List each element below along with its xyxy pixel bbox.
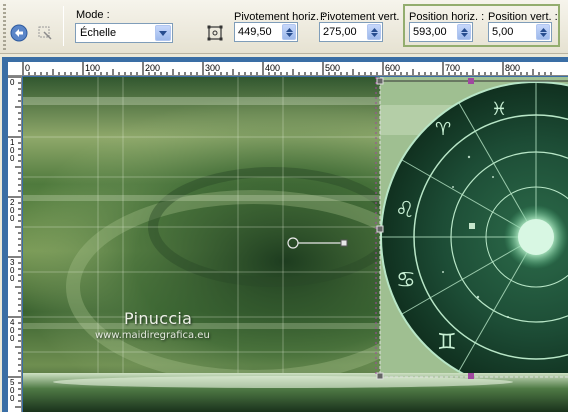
ruler-label: 100 bbox=[85, 63, 100, 73]
toolbar-grip[interactable] bbox=[3, 4, 6, 50]
ruler-label: 800 bbox=[505, 63, 520, 73]
handle-bottom-middle[interactable] bbox=[468, 373, 474, 379]
zodiac-glyph: ♋ bbox=[396, 268, 416, 293]
chevron-down-icon[interactable] bbox=[155, 25, 171, 41]
spin-arrows-icon[interactable] bbox=[282, 24, 296, 40]
ruler-label: 0 bbox=[25, 63, 30, 73]
position-h-value: 593,00 bbox=[413, 26, 447, 38]
artwork: ♌ ♋ ♊ ♈ ♓ bbox=[23, 77, 568, 412]
ruler-label: 500 bbox=[10, 378, 15, 403]
ruler-label: 300 bbox=[205, 63, 220, 73]
position-v-value: 5,00 bbox=[492, 26, 514, 38]
pivot-icon bbox=[207, 25, 223, 41]
ruler-label: 300 bbox=[10, 258, 15, 283]
zodiac-glyph: ♈ bbox=[435, 119, 451, 140]
position-v-input[interactable]: 5,00 bbox=[488, 22, 552, 42]
handle-middle-left[interactable] bbox=[376, 225, 384, 233]
reset-button[interactable] bbox=[34, 22, 56, 44]
zodiac-glyph: ♌ bbox=[395, 198, 415, 223]
toolbar: Mode : Échelle Pivotement horiz. : 449,5… bbox=[0, 0, 568, 54]
mode-select[interactable]: Échelle bbox=[75, 23, 173, 43]
pick-tool-icon bbox=[38, 26, 52, 40]
ruler-vertical-ticks: 0 1 0 0 2 0 0 3 0 0 4 0 0 5 0 0 bbox=[8, 76, 21, 408]
position-h-input[interactable]: 593,00 bbox=[409, 22, 473, 42]
apply-icon bbox=[10, 24, 28, 42]
pivot-h-value: 449,50 bbox=[238, 26, 272, 38]
spin-arrows-icon[interactable] bbox=[457, 24, 471, 40]
watermark-name: Pinuccia bbox=[124, 309, 193, 328]
ruler-horizontal-ticks: 0 100 200 300 400 500 600 700 800 bbox=[22, 62, 552, 75]
pivot-h-input[interactable]: 449,50 bbox=[234, 22, 298, 42]
mode-value: Échelle bbox=[80, 27, 117, 39]
image-canvas[interactable]: ♌ ♋ ♊ ♈ ♓ bbox=[23, 77, 568, 412]
mode-label: Mode : bbox=[76, 9, 110, 21]
apply-button[interactable] bbox=[8, 22, 30, 44]
pivot-v-input[interactable]: 275,00 bbox=[319, 22, 383, 42]
handle-top-left[interactable] bbox=[376, 77, 384, 85]
watermark-url: www.maidiregrafica.eu bbox=[95, 330, 210, 341]
ruler-horizontal: 0 100 200 300 400 500 600 700 800 bbox=[8, 62, 568, 76]
zodiac-glyph: ♊ bbox=[437, 330, 457, 355]
ruler-label: 100 bbox=[10, 138, 15, 163]
ruler-label: 200 bbox=[10, 198, 15, 223]
ruler-vertical: 0 100 200 300 400 500 bbox=[8, 76, 22, 412]
handle-bottom-left[interactable] bbox=[376, 372, 384, 380]
pivot-v-value: 275,00 bbox=[323, 26, 357, 38]
zodiac-glyph: ♓ bbox=[491, 99, 507, 120]
ruler-label: 500 bbox=[325, 63, 340, 73]
ruler-label: 400 bbox=[10, 318, 15, 343]
toolbar-separator bbox=[63, 6, 64, 46]
ruler-label: 0 bbox=[10, 78, 15, 87]
ruler-label: 700 bbox=[445, 63, 460, 73]
pivot-tool-button[interactable] bbox=[204, 22, 226, 44]
ruler-label: 400 bbox=[265, 63, 280, 73]
ruler-label: 600 bbox=[385, 63, 400, 73]
handle-top-middle[interactable] bbox=[468, 78, 474, 84]
spin-arrows-icon[interactable] bbox=[536, 24, 550, 40]
ruler-label: 200 bbox=[145, 63, 160, 73]
spin-arrows-icon[interactable] bbox=[367, 24, 381, 40]
